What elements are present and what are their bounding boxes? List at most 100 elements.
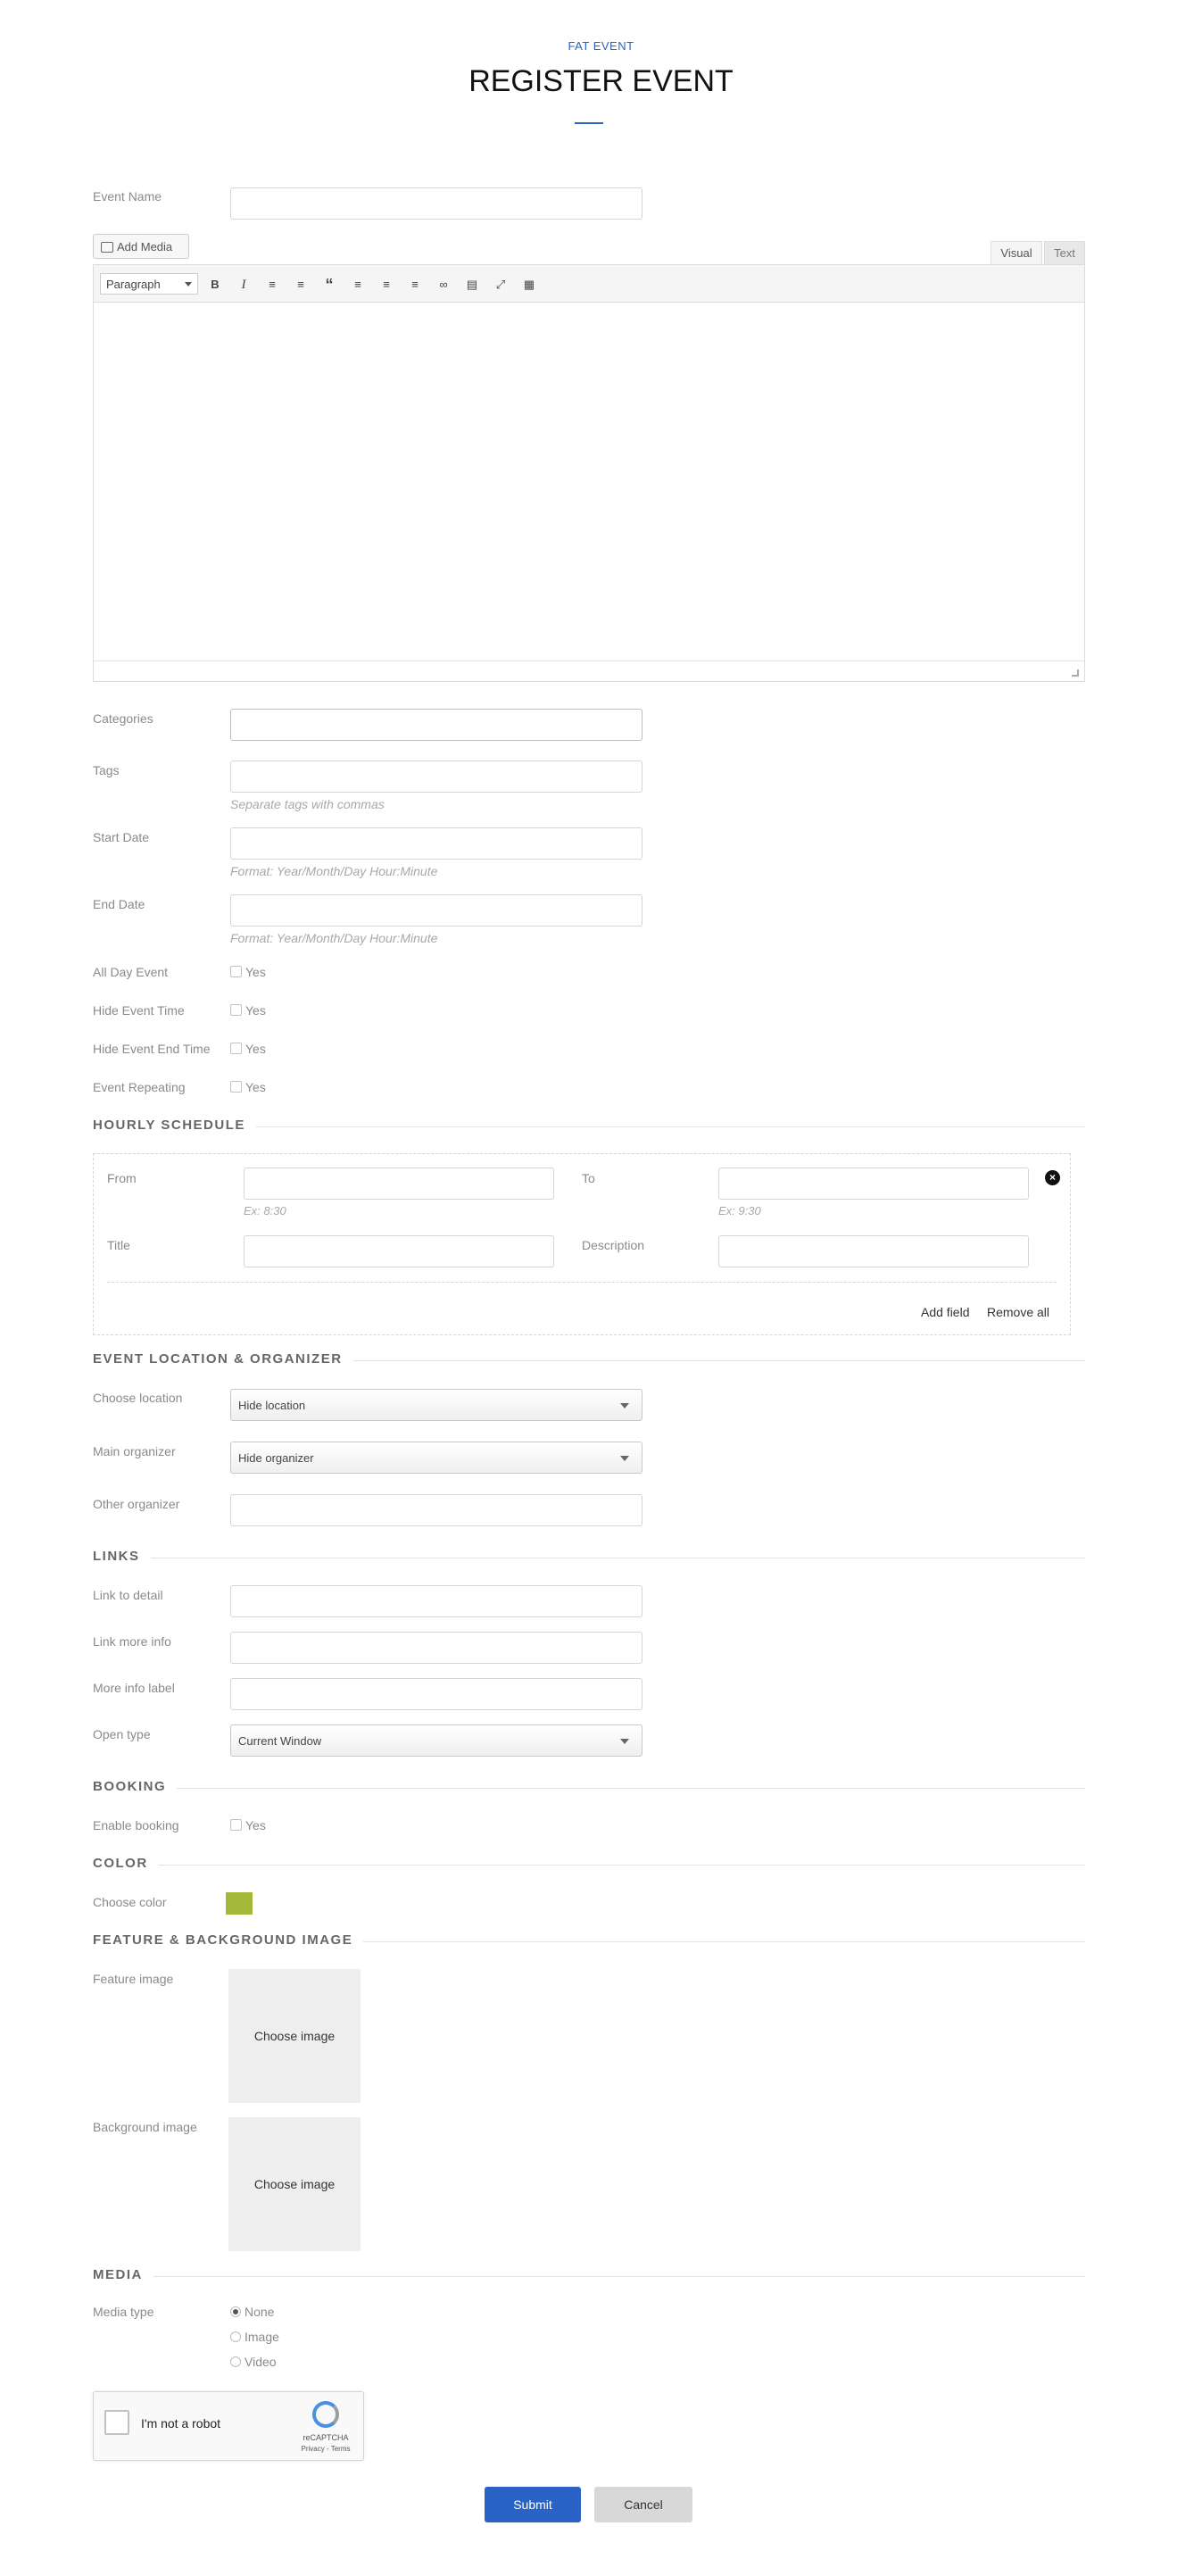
event-name-input[interactable]	[230, 187, 642, 220]
main-organizer-label: Main organizer	[93, 1444, 176, 1458]
more-info-input[interactable]	[230, 1678, 642, 1710]
start-date-label: Start Date	[93, 830, 150, 844]
color-section: COLOR	[93, 1856, 1085, 1874]
recaptcha-label: I'm not a robot	[141, 2416, 221, 2431]
cancel-button[interactable]: Cancel	[594, 2487, 692, 2522]
close-icon[interactable]: ×	[1045, 1170, 1060, 1185]
recaptcha-brand: reCAPTCHA	[303, 2433, 349, 2442]
media-image-radio[interactable]	[230, 2331, 241, 2342]
chevron-down-icon	[620, 1739, 629, 1744]
schedule-to-hint: Ex: 9:30	[718, 1204, 761, 1217]
start-date-hint: Format: Year/Month/Day Hour:Minute	[230, 864, 438, 878]
feature-image-picker[interactable]: Choose image	[228, 1969, 361, 2103]
align-right-icon[interactable]: ≡	[407, 277, 423, 293]
add-media-button[interactable]: Add Media	[93, 234, 189, 259]
title-underline	[575, 122, 603, 124]
hourly-schedule-title: HOURLY SCHEDULE	[93, 1118, 256, 1133]
hide-time-label: Hide Event Time	[93, 1003, 185, 1018]
main-organizer-value: Hide organizer	[238, 1451, 314, 1465]
schedule-to-input[interactable]	[718, 1168, 1029, 1200]
page-eyebrow: FAT EVENT	[568, 39, 634, 53]
choose-color-label: Choose color	[93, 1895, 167, 1909]
format-select[interactable]: Paragraph	[100, 273, 198, 295]
media-section-title: MEDIA	[93, 2267, 153, 2282]
open-type-label: Open type	[93, 1727, 151, 1741]
choose-location-select[interactable]: Hide location	[230, 1389, 642, 1421]
format-select-value: Paragraph	[106, 278, 161, 291]
chevron-down-icon	[620, 1403, 629, 1408]
page-title: REGISTER EVENT	[468, 64, 734, 98]
align-center-icon[interactable]: ≡	[378, 277, 394, 293]
blockquote-icon[interactable]: “	[321, 277, 337, 293]
bold-icon[interactable]: B	[207, 277, 223, 293]
resize-handle-icon[interactable]	[1072, 669, 1079, 677]
media-none-radio[interactable]	[230, 2306, 241, 2317]
media-image-label: Image	[245, 2330, 279, 2344]
all-day-label: All Day Event	[93, 965, 169, 979]
link-icon[interactable]: ∞	[435, 277, 452, 293]
hide-end-time-checkbox[interactable]	[230, 1043, 242, 1054]
location-section-title: EVENT LOCATION & ORGANIZER	[93, 1351, 353, 1367]
section-divider	[93, 1865, 1085, 1866]
all-day-option: Yes	[245, 965, 266, 979]
color-swatch[interactable]	[226, 1892, 253, 1915]
schedule-from-hint: Ex: 8:30	[244, 1204, 286, 1217]
more-info-label: More info label	[93, 1681, 175, 1695]
feature-image-label: Feature image	[93, 1972, 174, 1986]
open-type-value: Current Window	[238, 1734, 322, 1748]
enable-booking-label: Enable booking	[93, 1818, 179, 1832]
color-section-title: COLOR	[93, 1856, 159, 1871]
remove-all-link[interactable]: Remove all	[987, 1305, 1049, 1319]
schedule-title-input[interactable]	[244, 1235, 554, 1267]
start-date-input[interactable]	[230, 827, 642, 860]
submit-button[interactable]: Submit	[485, 2487, 581, 2522]
bullet-list-icon[interactable]: ≡	[264, 277, 280, 293]
categories-input[interactable]	[230, 709, 642, 741]
link-detail-input[interactable]	[230, 1585, 642, 1617]
all-day-checkbox[interactable]	[230, 966, 242, 977]
recaptcha-links[interactable]: Privacy - Terms	[294, 2445, 357, 2453]
hide-time-checkbox[interactable]	[230, 1004, 242, 1016]
link-more-input[interactable]	[230, 1632, 642, 1664]
media-none-label: None	[245, 2305, 275, 2319]
tags-input[interactable]	[230, 760, 642, 793]
links-section-title: LINKS	[93, 1549, 151, 1564]
repeating-checkbox[interactable]	[230, 1081, 242, 1093]
enable-booking-option: Yes	[245, 1818, 266, 1832]
booking-section: BOOKING	[93, 1779, 1085, 1797]
read-more-icon[interactable]: ▤	[464, 277, 480, 293]
add-field-link[interactable]: Add field	[921, 1305, 969, 1319]
editor-content[interactable]	[95, 303, 1083, 661]
other-organizer-label: Other organizer	[93, 1497, 180, 1511]
link-detail-label: Link to detail	[93, 1588, 163, 1602]
enable-booking-checkbox[interactable]	[230, 1819, 242, 1831]
fullscreen-icon[interactable]: ⤢	[493, 277, 509, 293]
tab-visual[interactable]: Visual	[991, 241, 1042, 264]
end-date-input[interactable]	[230, 894, 642, 927]
choose-location-label: Choose location	[93, 1391, 183, 1405]
other-organizer-input[interactable]	[230, 1494, 642, 1526]
schedule-from-label: From	[107, 1171, 137, 1185]
hide-end-time-option: Yes	[245, 1042, 266, 1056]
toolbar-toggle-icon[interactable]: ▦	[521, 277, 537, 293]
end-date-label: End Date	[93, 897, 145, 911]
hide-time-option: Yes	[245, 1003, 266, 1018]
schedule-description-input[interactable]	[718, 1235, 1029, 1267]
schedule-description-label: Description	[582, 1238, 645, 1252]
editor-statusbar	[94, 661, 1084, 681]
open-type-select[interactable]: Current Window	[230, 1724, 642, 1757]
hourly-schedule-section: HOURLY SCHEDULE	[93, 1118, 1085, 1135]
align-left-icon[interactable]: ≡	[350, 277, 366, 293]
numbered-list-icon[interactable]: ≡	[293, 277, 309, 293]
media-video-radio[interactable]	[230, 2356, 241, 2367]
tags-label: Tags	[93, 763, 120, 777]
italic-icon[interactable]: I	[236, 277, 252, 293]
event-name-label: Event Name	[93, 189, 162, 204]
main-organizer-select[interactable]: Hide organizer	[230, 1442, 642, 1474]
schedule-from-input[interactable]	[244, 1168, 554, 1200]
section-divider	[93, 1788, 1085, 1789]
tab-text[interactable]: Text	[1044, 241, 1085, 264]
media-type-label: Media type	[93, 2305, 154, 2319]
recaptcha-checkbox[interactable]	[104, 2410, 129, 2435]
background-image-picker[interactable]: Choose image	[228, 2117, 361, 2251]
